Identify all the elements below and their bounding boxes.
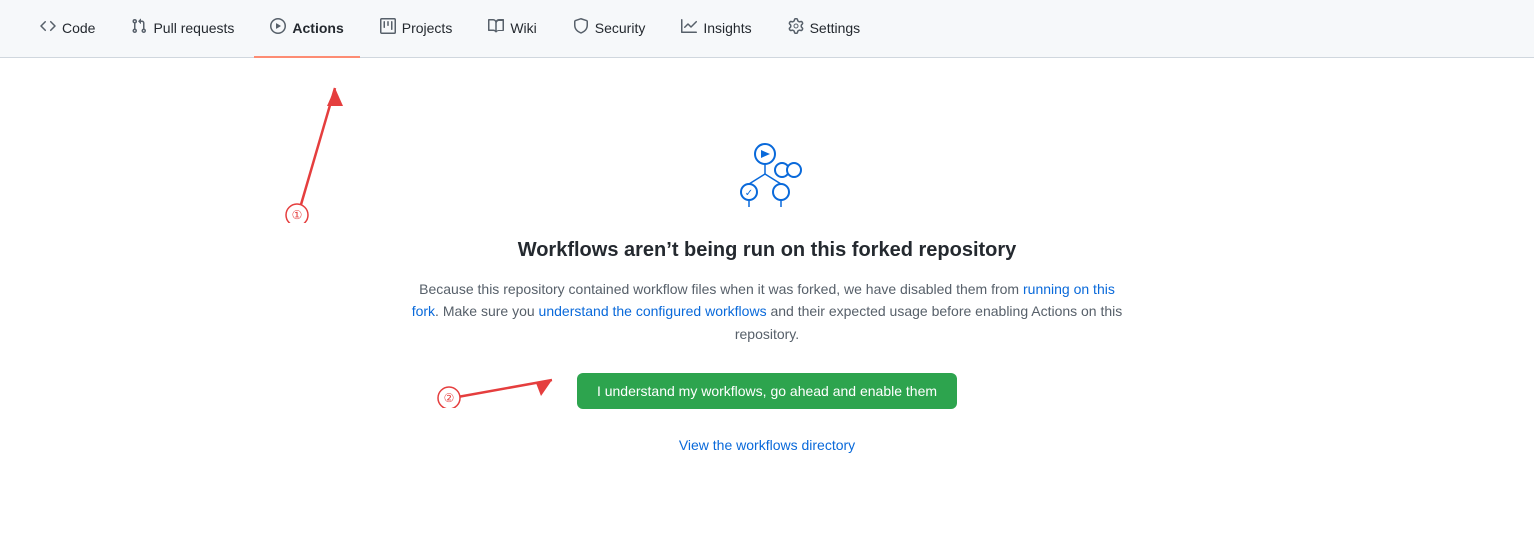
nav-label-wiki: Wiki bbox=[510, 20, 536, 36]
settings-icon bbox=[788, 18, 804, 37]
wiki-icon bbox=[488, 18, 504, 37]
workflow-illustration: ✓ bbox=[727, 142, 807, 215]
security-icon bbox=[573, 18, 589, 37]
understand-workflows-link[interactable]: understand the configured workflows bbox=[539, 303, 767, 319]
nav-item-settings[interactable]: Settings bbox=[772, 0, 877, 58]
nav-label-security: Security bbox=[595, 20, 646, 36]
svg-text:②: ② bbox=[444, 391, 455, 405]
view-workflows-link[interactable]: View the workflows directory bbox=[679, 437, 855, 453]
nav-item-pull-requests[interactable]: Pull requests bbox=[115, 0, 250, 58]
main-content: ① ✓ Workflows aren’t being run on bbox=[0, 58, 1534, 537]
nav-item-wiki[interactable]: Wiki bbox=[472, 0, 552, 58]
nav-label-actions: Actions bbox=[292, 20, 343, 36]
main-description: Because this repository contained workfl… bbox=[407, 278, 1127, 345]
nav-label-insights: Insights bbox=[703, 20, 751, 36]
nav-item-projects[interactable]: Projects bbox=[364, 0, 469, 58]
nav-label-pull-requests: Pull requests bbox=[153, 20, 234, 36]
annotation-arrow-1: ① bbox=[240, 68, 360, 226]
nav-item-code[interactable]: Code bbox=[24, 0, 111, 58]
enable-workflows-button[interactable]: I understand my workflows, go ahead and … bbox=[577, 373, 957, 409]
annotation-arrow-2: ② bbox=[437, 358, 567, 411]
nav-label-code: Code bbox=[62, 20, 95, 36]
svg-text:✓: ✓ bbox=[745, 188, 753, 199]
projects-icon bbox=[380, 18, 396, 37]
nav-bar: Code Pull requests Actions Projects bbox=[0, 0, 1534, 58]
insights-icon bbox=[681, 18, 697, 37]
nav-item-security[interactable]: Security bbox=[557, 0, 662, 58]
code-icon bbox=[40, 18, 56, 37]
nav-item-insights[interactable]: Insights bbox=[665, 0, 767, 58]
nav-item-actions[interactable]: Actions bbox=[254, 0, 359, 58]
main-heading: Workflows aren’t being run on this forke… bbox=[518, 239, 1017, 262]
nav-label-settings: Settings bbox=[810, 20, 861, 36]
pr-icon bbox=[131, 18, 147, 37]
nav-label-projects: Projects bbox=[402, 20, 453, 36]
svg-text:①: ① bbox=[292, 208, 303, 222]
actions-nav-icon bbox=[270, 18, 286, 37]
